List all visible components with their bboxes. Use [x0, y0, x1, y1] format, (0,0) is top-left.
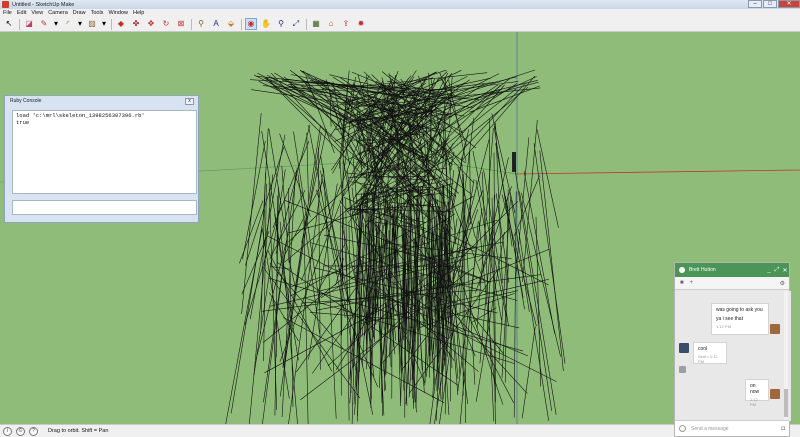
toolbar-separator [19, 18, 20, 30]
gear-icon[interactable]: ⚙ [780, 280, 785, 287]
move-tool-icon[interactable]: ✥ [145, 18, 157, 30]
chat-message-time: 1:12 PM [716, 324, 731, 329]
zoom-tool-icon[interactable]: ⚲ [275, 18, 287, 30]
chat-close-button[interactable]: ✕ [781, 267, 789, 274]
paint-bucket-icon[interactable]: ⬙ [225, 18, 237, 30]
menu-tools[interactable]: Tools [91, 10, 104, 16]
chat-message-right: was going to ask you ya i see that 1:12 … [711, 303, 769, 335]
text-tool-icon[interactable]: A [210, 18, 222, 30]
add-person-icon[interactable]: + [690, 280, 694, 286]
toolbar-separator [241, 18, 242, 30]
emoji-icon[interactable] [679, 425, 686, 432]
window-title: Untitled - SketchUp Make [12, 1, 75, 8]
avatar [679, 366, 686, 373]
rotate-tool-icon[interactable]: ↻ [160, 18, 172, 30]
chat-message-text: cool [698, 346, 708, 352]
select-tool-icon[interactable]: ↖ [3, 18, 15, 30]
extension-warehouse-icon[interactable]: ✹ [355, 18, 367, 30]
chat-controls: _ ⤢ ✕ [765, 267, 789, 274]
rectangle-tool-icon[interactable]: ▨ [86, 18, 98, 30]
zoom-extents-icon[interactable]: ⤢ [290, 18, 302, 30]
toolbar-separator [111, 18, 112, 30]
close-button[interactable]: ✕ [778, 0, 800, 8]
ruby-console-close-button[interactable]: x [185, 97, 194, 105]
components-icon[interactable]: ▦ [310, 18, 322, 30]
chat-message-time: 1:12 PM [750, 397, 758, 407]
hangouts-chat-window: Brett Hutton _ ⤢ ✕ ■ + ⚙ was going to as… [674, 262, 791, 437]
ruby-output-line: true [16, 118, 30, 126]
ruby-console-titlebar[interactable]: Ruby Console x [5, 96, 198, 106]
video-call-icon[interactable]: ■ [680, 280, 684, 286]
chat-popout-button[interactable]: ⤢ [773, 267, 781, 274]
chat-message-text: ya i see that [716, 316, 743, 322]
menu-file[interactable]: File [3, 10, 12, 16]
window-controls: – □ ✕ [747, 0, 800, 9]
ruby-console-input[interactable] [12, 200, 197, 215]
chat-message-text: was going to ask you [716, 307, 763, 313]
warehouse-icon[interactable]: ⌂ [325, 18, 337, 30]
menu-view[interactable]: View [31, 10, 43, 16]
rectangle-dropdown-icon[interactable]: ▾ [101, 18, 107, 30]
chat-scrollbar-thumb[interactable] [784, 389, 788, 417]
chat-input-placeholder: Send a message [691, 425, 729, 432]
menu-draw[interactable]: Draw [73, 10, 86, 16]
push-pull-tool-icon[interactable]: ◆ [115, 18, 127, 30]
ruby-console-window: Ruby Console x load 'c:\mrl\skeleton_139… [4, 95, 199, 223]
toolbar: ↖ ◪ ✎ ▾ ◜ ▾ ▨ ▾ ◆ ✤ ✥ ↻ ⊠ ⚲ A ⬙ ◉ ✋ ⚲ ⤢ … [0, 17, 800, 32]
avatar [770, 324, 780, 334]
tape-measure-icon[interactable]: ⚲ [195, 18, 207, 30]
skeleton-wireframe-lines [225, 69, 566, 424]
menu-bar: File Edit View Camera Draw Tools Window … [0, 9, 800, 17]
toolbar-separator [191, 18, 192, 30]
minimize-button[interactable]: – [748, 0, 762, 8]
menu-edit[interactable]: Edit [17, 10, 26, 16]
red-axis [514, 169, 800, 175]
status-text: Drag to orbit. Shift = Pan [48, 428, 109, 434]
scale-tool-icon[interactable]: ⊠ [175, 18, 187, 30]
toolbar-separator [306, 18, 307, 30]
camera-icon[interactable]: ◘ [781, 426, 785, 432]
chat-message-right: on now 1:12 PM [745, 379, 769, 407]
maximize-button[interactable]: □ [763, 0, 777, 8]
title-bar: Untitled - SketchUp Make – □ ✕ [0, 0, 800, 9]
chat-message-text: on now [750, 383, 760, 395]
orbit-tool-icon[interactable]: ◉ [245, 18, 257, 30]
arc-dropdown-icon[interactable]: ▾ [77, 18, 83, 30]
chat-message-left: cool Sent • 1:12 PM [693, 342, 727, 364]
ruby-console-output[interactable]: load 'c:\mrl\skeleton_1398256307396.rb' … [12, 110, 197, 194]
eraser-tool-icon[interactable]: ◪ [23, 18, 35, 30]
pan-tool-icon[interactable]: ✋ [260, 18, 272, 30]
help-icon[interactable]: ? [29, 426, 38, 436]
hangouts-icon [679, 267, 685, 273]
follow-me-tool-icon[interactable]: ✤ [130, 18, 142, 30]
line-dropdown-icon[interactable]: ▾ [53, 18, 59, 30]
chat-contact-name: Brett Hutton [689, 267, 716, 273]
ruby-console-title: Ruby Console [10, 98, 42, 104]
info-icon[interactable]: i [3, 426, 12, 436]
credits-icon[interactable]: © [16, 426, 25, 436]
chat-message-input[interactable]: Send a message ◘ [675, 420, 789, 436]
menu-camera[interactable]: Camera [48, 10, 68, 16]
sketchup-app-icon [2, 1, 9, 8]
avatar [770, 389, 780, 399]
chat-message-list[interactable]: was going to ask you ya i see that 1:12 … [675, 291, 791, 421]
chat-minimize-button[interactable]: _ [765, 267, 773, 274]
menu-window[interactable]: Window [108, 10, 128, 16]
chat-header[interactable]: Brett Hutton _ ⤢ ✕ [675, 263, 789, 277]
arc-tool-icon[interactable]: ◜ [62, 18, 74, 30]
pencil-tool-icon[interactable]: ✎ [38, 18, 50, 30]
avatar [679, 343, 689, 353]
menu-help[interactable]: Help [133, 10, 144, 16]
share-model-icon[interactable]: ⇪ [340, 18, 352, 30]
chat-message-time: Sent • 1:12 PM [698, 354, 718, 364]
chat-actions-bar: ■ + ⚙ [675, 277, 789, 290]
